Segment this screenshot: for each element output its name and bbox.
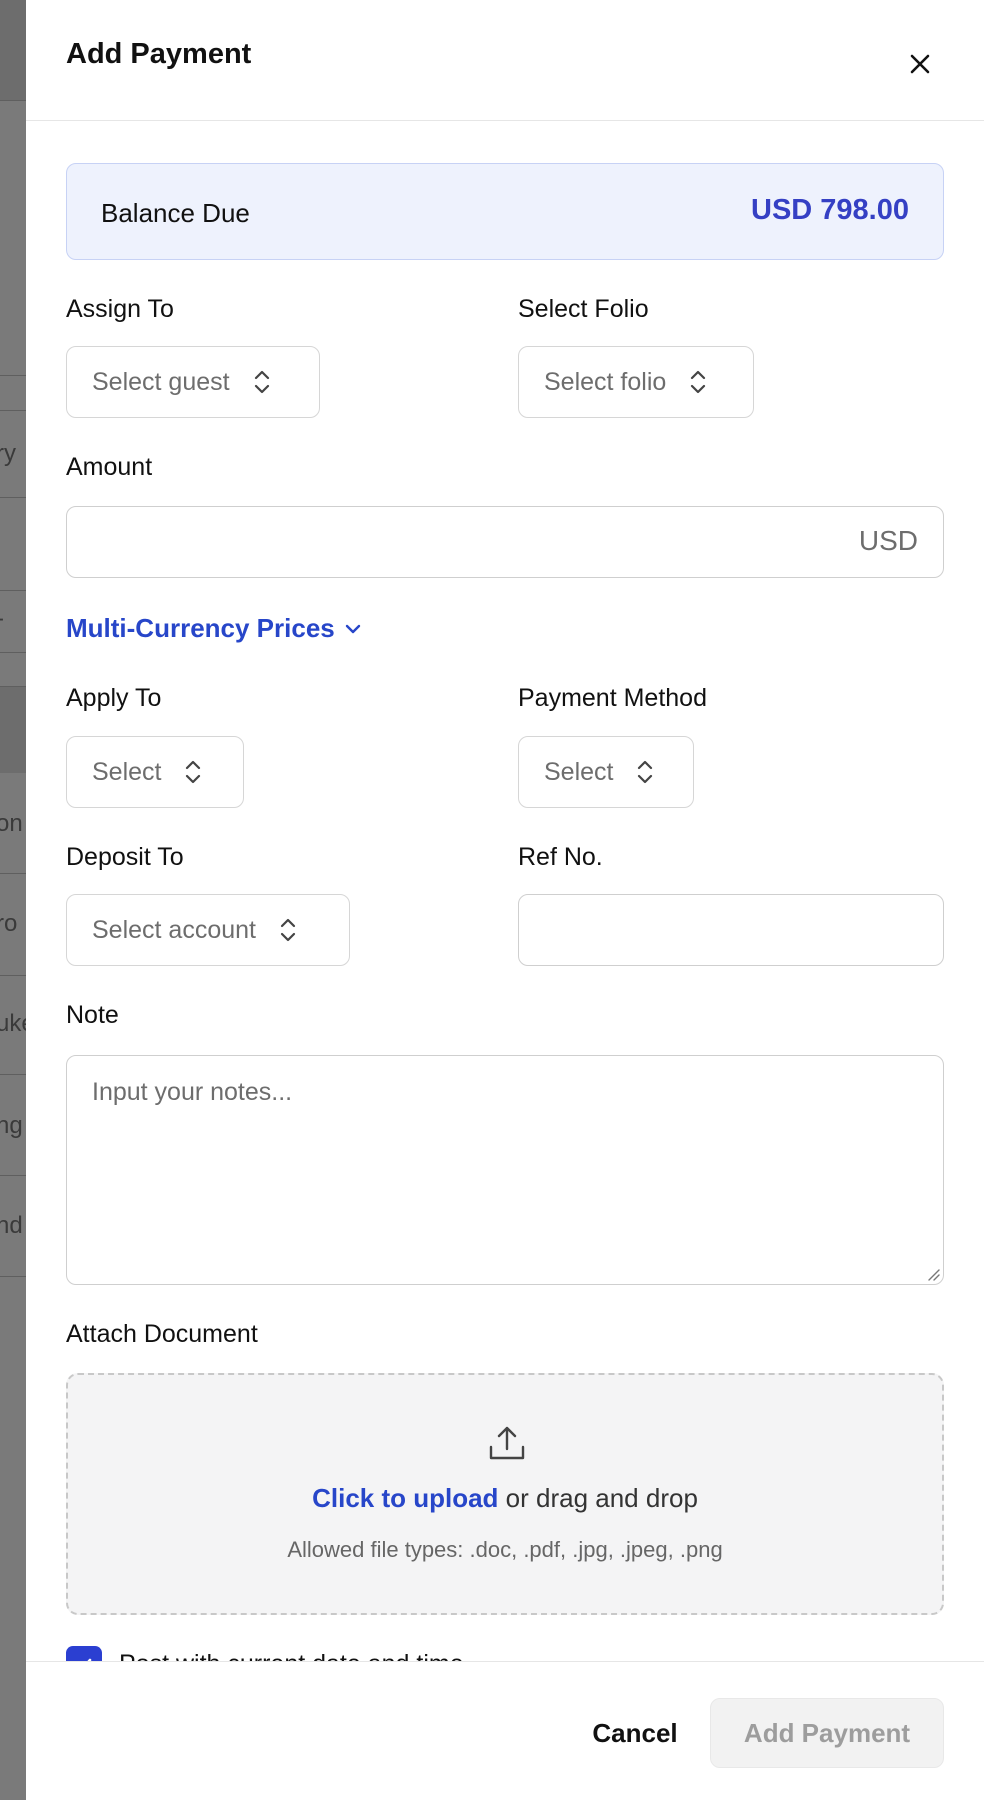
payment-method-select[interactable]: Select — [518, 736, 694, 808]
add-payment-drawer: Add Payment Balance Due USD 798.00 Assig… — [26, 0, 984, 1800]
deposit-to-placeholder: Select account — [92, 915, 256, 944]
note-label: Note — [66, 1001, 119, 1029]
multi-currency-toggle[interactable]: Multi-Currency Prices — [66, 613, 363, 644]
assign-to-select[interactable]: Select guest — [66, 346, 320, 418]
apply-to-placeholder: Select — [92, 757, 162, 786]
background-text: uke — [0, 1010, 26, 1037]
apply-to-select[interactable]: Select — [66, 736, 244, 808]
chevron-up-down-icon — [186, 760, 201, 784]
drawer-footer: Cancel Add Payment — [26, 1661, 984, 1800]
background-divider — [0, 497, 26, 498]
select-folio-select[interactable]: Select folio — [518, 346, 754, 418]
assign-to-label: Assign To — [66, 295, 174, 323]
background-divider — [0, 375, 26, 376]
background-divider — [0, 410, 26, 411]
cancel-button[interactable]: Cancel — [548, 1698, 722, 1768]
background-band — [0, 687, 26, 773]
drawer-title: Add Payment — [66, 38, 252, 70]
drag-and-drop-text: or drag and drop — [498, 1483, 698, 1513]
apply-to-label: Apply To — [66, 684, 162, 712]
background-divider — [0, 1276, 26, 1277]
post-current-date-checkbox[interactable] — [66, 1646, 102, 1661]
background-text: on — [0, 810, 23, 837]
background-text: nd — [0, 1212, 23, 1239]
note-placeholder: Input your notes... — [92, 1078, 293, 1106]
ref-no-input[interactable] — [518, 894, 944, 966]
background-divider — [0, 1074, 26, 1075]
post-current-date-row: Post with current date and time — [66, 1646, 464, 1661]
chevron-down-icon — [345, 624, 360, 633]
select-folio-label: Select Folio — [518, 295, 649, 323]
amount-currency-suffix: USD — [858, 525, 918, 556]
add-payment-button[interactable]: Add Payment — [710, 1698, 944, 1768]
background-text: ro — [0, 910, 18, 937]
page-backdrop: ry - on ro uke ng nd — [0, 0, 26, 1800]
background-divider — [0, 873, 26, 874]
payment-method-label: Payment Method — [518, 684, 707, 712]
chevron-up-down-icon — [638, 760, 653, 784]
background-divider — [0, 100, 26, 101]
background-divider — [0, 652, 26, 653]
balance-due-label: Balance Due — [101, 198, 250, 228]
chevron-up-down-icon — [691, 370, 706, 394]
file-upload-dropzone[interactable]: Click to upload or drag and drop Allowed… — [66, 1373, 944, 1615]
amount-label: Amount — [66, 453, 153, 481]
upload-icon — [489, 1426, 525, 1460]
multi-currency-label: Multi-Currency Prices — [66, 613, 335, 643]
background-divider — [0, 975, 26, 976]
ref-no-label: Ref No. — [518, 843, 603, 871]
background-band — [0, 0, 26, 100]
select-folio-placeholder: Select folio — [544, 367, 667, 396]
click-to-upload-link[interactable]: Click to upload — [312, 1483, 498, 1513]
background-text: - — [0, 605, 4, 633]
background-divider — [0, 590, 26, 591]
deposit-to-select[interactable]: Select account — [66, 894, 350, 966]
close-button[interactable] — [904, 48, 936, 80]
balance-due-amount: USD 798.00 — [751, 194, 909, 226]
note-textarea[interactable]: Input your notes... — [66, 1055, 944, 1285]
post-current-date-label: Post with current date and time — [119, 1650, 464, 1661]
drawer-header: Add Payment — [26, 0, 984, 121]
chevron-up-down-icon — [280, 918, 296, 942]
checkmark-icon — [87, 1658, 92, 1661]
chevron-up-down-icon — [254, 370, 269, 394]
close-icon — [910, 54, 930, 74]
background-text: ry — [0, 440, 16, 467]
upload-instructions: Click to upload or drag and drop — [68, 1483, 942, 1514]
drawer-body: Balance Due USD 798.00 Assign To Select … — [66, 121, 944, 1661]
attach-document-label: Attach Document — [66, 1320, 258, 1348]
deposit-to-label: Deposit To — [66, 843, 184, 871]
allowed-file-types: Allowed file types: .doc, .pdf, .jpg, .j… — [287, 1537, 723, 1562]
payment-method-placeholder: Select — [544, 757, 614, 786]
background-divider — [0, 1175, 26, 1176]
assign-to-placeholder: Select guest — [92, 367, 230, 396]
background-text: ng — [0, 1112, 23, 1139]
resize-handle-icon[interactable] — [926, 1267, 940, 1281]
amount-input[interactable]: USD — [66, 506, 944, 578]
balance-due-card: Balance Due USD 798.00 — [66, 163, 944, 260]
